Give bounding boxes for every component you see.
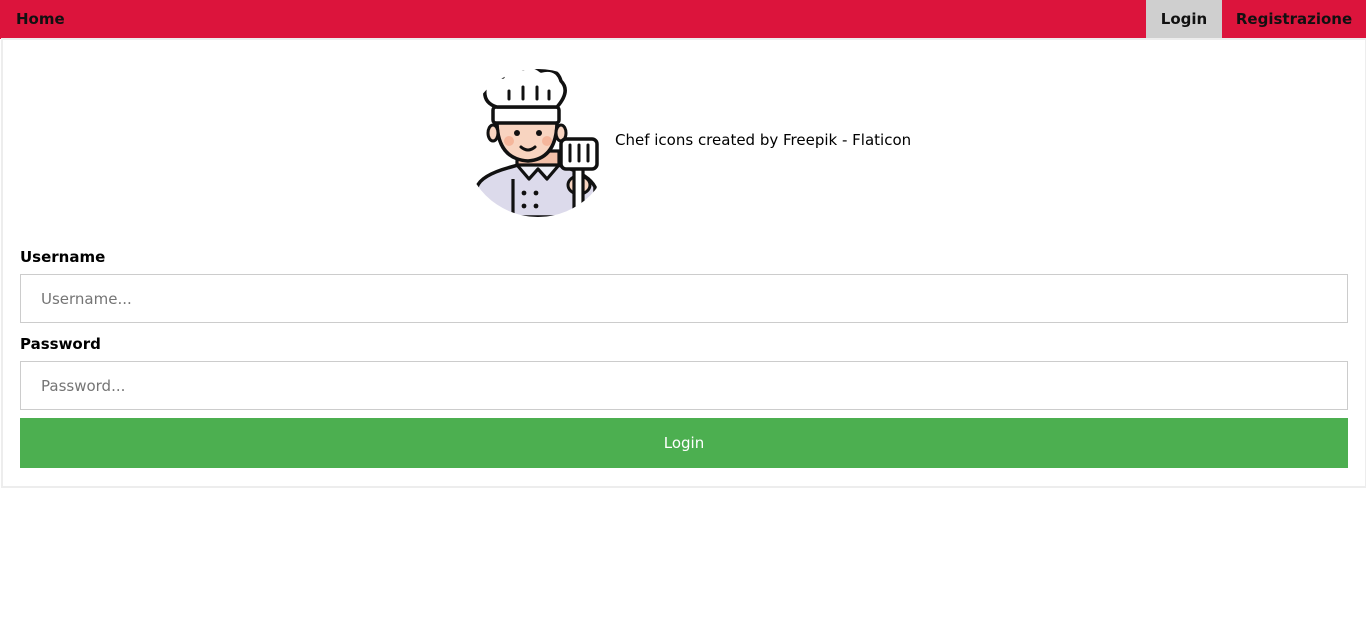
icon-attribution: Chef icons created by Freepik - Flaticon	[615, 131, 912, 149]
nav-home-link[interactable]: Home	[0, 0, 81, 39]
nav-login-link[interactable]: Login	[1146, 0, 1222, 39]
chef-icon	[473, 67, 603, 217]
top-navbar: Home Login Registrazione	[0, 0, 1366, 39]
password-input[interactable]	[20, 361, 1348, 410]
password-label: Password	[20, 335, 101, 353]
nav-register-link[interactable]: Registrazione	[1222, 0, 1366, 39]
username-input[interactable]	[20, 274, 1348, 323]
login-panel: Chef icons created by Freepik - Flaticon…	[1, 38, 1366, 488]
login-submit-button[interactable]: Login	[20, 418, 1348, 468]
username-label: Username	[20, 248, 106, 266]
